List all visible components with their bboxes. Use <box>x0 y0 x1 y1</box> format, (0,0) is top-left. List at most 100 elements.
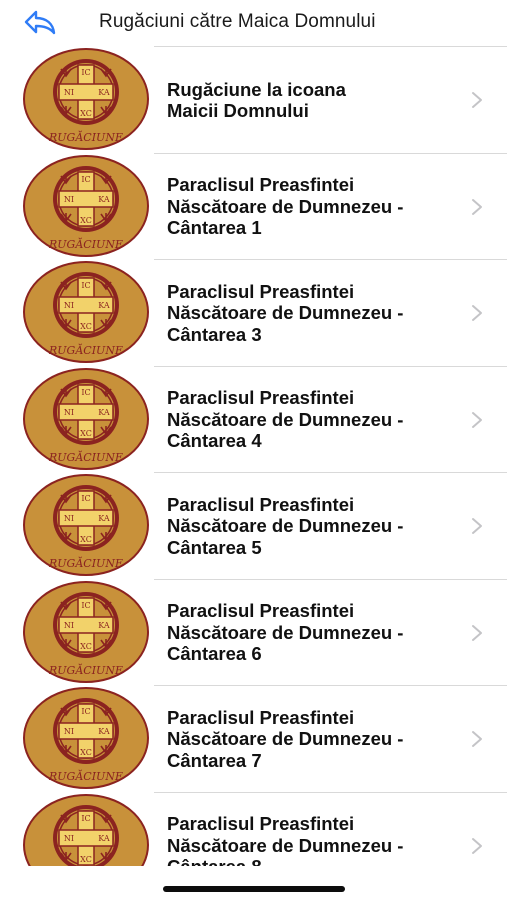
list-item-title-line: Paraclisul Preasfintei <box>167 706 355 728</box>
prayer-medallion-icon: IC XC NI KA RUGĂCIUNE <box>22 154 150 259</box>
list-item-title: Paraclisul Preasfintei Născătoare de Dumn… <box>167 707 467 772</box>
svg-text:NI: NI <box>64 727 74 736</box>
list-item-title-line: Născătoare de Dumnezeu - <box>167 302 404 324</box>
list-item-title-line: Paraclisul Preasfintei <box>167 280 355 302</box>
list-item-title-line: Paraclisul Preasfintei <box>167 174 355 196</box>
svg-text:XC: XC <box>80 109 92 118</box>
svg-text:RUGĂCIUNE: RUGĂCIUNE <box>48 556 123 570</box>
svg-text:KA: KA <box>98 301 110 310</box>
list-item-title-line: Paraclisul Preasfintei <box>167 387 355 409</box>
page-title: Rugăciuni către Maica Domnului <box>99 11 376 32</box>
svg-text:RUGĂCIUNE: RUGĂCIUNE <box>48 237 123 251</box>
prayer-medallion-icon: ICXCNIKARUGĂCIUNE <box>22 793 150 866</box>
list-item-title-line: Paraclisul Preasfintei <box>167 813 355 835</box>
chevron-right-icon <box>470 303 484 323</box>
navigation-bar: Rugăciuni către Maica Domnului <box>0 0 507 46</box>
list-item-3[interactable]: IC XC NI KA RUGĂCIUNE Paraclisul Preasfintei… <box>0 259 507 366</box>
row-separator <box>154 152 507 154</box>
chevron-right-icon <box>470 410 484 430</box>
svg-text:IC: IC <box>81 494 90 503</box>
svg-text:RUGĂCIUNE: RUGĂCIUNE <box>48 450 123 464</box>
list-item-2[interactable]: IC XC NI KA RUGĂCIUNE Paraclisul Preasfintei… <box>0 152 507 260</box>
svg-text:KA: KA <box>98 621 110 630</box>
row-separator <box>154 685 507 686</box>
svg-text:KA: KA <box>98 195 110 204</box>
prayer-medallion-icon: IC XC NI KA RUGĂCIUNE <box>22 48 150 152</box>
svg-text:IC: IC <box>81 388 90 397</box>
chevron-right-icon <box>470 197 484 217</box>
list-item-1[interactable]: IC XC NI KA RUGĂCIUNE Rugăciune la icoana Mai… <box>0 46 507 153</box>
list-item-title-line: Maicii Domnului <box>167 100 309 121</box>
row-separator <box>154 472 507 473</box>
list-item-title-line: Născătoare de Dumnezeu - <box>167 408 404 430</box>
svg-text:XC: XC <box>80 429 92 438</box>
prayer-medallion-icon: ICXCNIKARUGĂCIUNE <box>22 474 150 578</box>
list-item-title-line: Cântarea 1 <box>167 217 262 239</box>
svg-text:NI: NI <box>64 88 74 97</box>
svg-text:RUGĂCIUNE: RUGĂCIUNE <box>48 769 123 783</box>
list-item-title: Paraclisul Preasfintei Născătoare de Dumn… <box>167 174 467 239</box>
svg-text:XC: XC <box>80 855 92 864</box>
chevron-right-icon <box>470 516 484 536</box>
list-item-title-line: Cântarea 8 <box>167 856 467 866</box>
svg-text:NI: NI <box>64 621 74 630</box>
svg-text:NI: NI <box>64 301 74 310</box>
svg-text:XC: XC <box>80 535 92 544</box>
svg-text:IC: IC <box>81 281 90 290</box>
list-item-title: Paraclisul Preasfintei Născătoare de Dumn… <box>167 813 467 866</box>
svg-text:IC: IC <box>81 601 90 610</box>
list-item-title-line: Născătoare de Dumnezeu - <box>167 834 404 856</box>
svg-text:XC: XC <box>80 216 92 225</box>
chevron-right-icon <box>470 90 484 110</box>
svg-text:RUGĂCIUNE: RUGĂCIUNE <box>48 663 123 677</box>
row-separator <box>154 46 507 47</box>
svg-text:KA: KA <box>98 834 110 843</box>
chevron-right-icon <box>470 729 484 749</box>
svg-text:XC: XC <box>80 322 92 331</box>
list-item-title-line: Cântarea 6 <box>167 643 262 665</box>
svg-text:XC: XC <box>80 642 92 651</box>
list-item-title-line: Paraclisul Preasfintei <box>167 600 355 622</box>
svg-text:IC: IC <box>81 707 90 716</box>
list-item-8[interactable]: ICXCNIKARUGĂCIUNE Paraclisul Preasfintei… <box>0 791 507 866</box>
svg-text:IC: IC <box>81 68 90 77</box>
list-item-title-line: Cântarea 7 <box>167 749 262 771</box>
list-item-title: Rugăciune la icoana Maicii Domnului <box>167 79 467 122</box>
list-item-title-line: Cântarea 5 <box>167 536 262 558</box>
svg-text:NI: NI <box>64 834 74 843</box>
chevron-right-icon <box>470 836 484 856</box>
svg-text:IC: IC <box>81 175 90 184</box>
list-item-title-line: Cântarea 4 <box>167 430 262 452</box>
svg-text:KA: KA <box>98 727 110 736</box>
row-separator <box>154 259 507 260</box>
list-item-6[interactable]: IC XC NI KA RUGĂCIUNE Paraclisul Preasfintei… <box>0 578 507 686</box>
svg-text:KA: KA <box>98 514 110 523</box>
list-item-title: Paraclisul Preasfintei Născătoare de Dumn… <box>167 281 467 346</box>
svg-text:XC: XC <box>80 748 92 757</box>
list-item-title-line: Cântarea 3 <box>167 323 262 345</box>
list-item-title: Paraclisul Preasfintei Născătoare de Dumn… <box>167 600 467 665</box>
chevron-right-icon <box>470 623 484 643</box>
list-item-title-line: Născătoare de Dumnezeu - <box>167 195 404 217</box>
svg-text:RUGĂCIUNE: RUGĂCIUNE <box>48 130 123 144</box>
svg-text:NI: NI <box>64 408 74 417</box>
svg-text:KA: KA <box>98 408 110 417</box>
list-item-4[interactable]: IC XC NI KA RUGĂCIUNE Paraclisul Preasfintei… <box>0 365 507 473</box>
prayer-medallion-icon: IC XC NI KA RUGĂCIUNE <box>22 580 150 685</box>
svg-text:KA: KA <box>98 88 110 97</box>
row-separator <box>154 365 507 367</box>
list-item-title-line: Născătoare de Dumnezeu - <box>167 515 404 537</box>
svg-text:RUGĂCIUNE: RUGĂCIUNE <box>48 343 123 357</box>
prayer-medallion-icon: IC XC NI KA RUGĂCIUNE <box>22 687 150 791</box>
list-item-title: Paraclisul Preasfintei Născătoare de Dumn… <box>167 494 467 559</box>
list-item-5[interactable]: IC XC NI KA RUGĂCIUNE Paraclisul Preasfintei… <box>0 472 507 579</box>
svg-text:NI: NI <box>64 195 74 204</box>
back-button[interactable] <box>22 8 62 38</box>
prayer-list: IC XC NI KA RUGĂCIUNE Rugăciune la icoana Mai… <box>0 46 507 866</box>
home-indicator[interactable] <box>163 886 345 892</box>
list-item-title-line: Născătoare de Dumnezeu - <box>167 728 404 750</box>
home-indicator-area <box>0 866 507 900</box>
list-item-7[interactable]: IC XC NI KA RUGĂCIUNE Paraclisul Preasfintei… <box>0 685 507 792</box>
list-item-title-line: Născătoare de Dumnezeu - <box>167 621 404 643</box>
list-item-title-line: Rugăciune la icoana <box>167 78 346 100</box>
